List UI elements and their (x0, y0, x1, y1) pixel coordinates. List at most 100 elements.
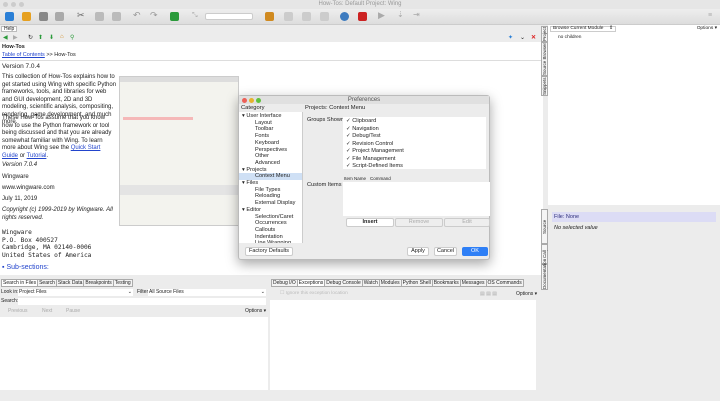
goto-definition-icon[interactable]: ⤡ (192, 12, 201, 21)
paste-icon[interactable] (112, 12, 121, 21)
category-item[interactable]: ▾ Projects (239, 167, 302, 174)
group-checkbox[interactable]: ✓ Project Management (346, 148, 404, 154)
dialog-zoom-button[interactable] (256, 98, 261, 103)
category-item[interactable]: Layout (239, 120, 302, 127)
browse-select[interactable]: Browse Current Module ⇕ (550, 26, 616, 32)
home-icon[interactable]: ⌂ (60, 34, 64, 40)
search-icon[interactable]: ⚲ (70, 34, 74, 41)
save-icon[interactable] (39, 12, 48, 21)
category-item[interactable]: Other (239, 153, 302, 160)
remove-button[interactable]: Remove (395, 218, 443, 227)
group-checkbox[interactable]: ✓ Clipboard (346, 118, 376, 124)
options-menu[interactable]: Options ▾ (516, 291, 537, 297)
category-item[interactable]: External Display (239, 200, 302, 207)
indent-chart-icon[interactable] (170, 12, 179, 21)
category-item[interactable]: Occurrences (239, 220, 302, 227)
search-input[interactable] (18, 298, 266, 305)
look-in-select[interactable]: Project Files ⌄ (18, 289, 133, 296)
category-item[interactable]: Advanced (239, 160, 302, 167)
up-icon[interactable]: ⬆ (38, 34, 43, 41)
back-icon[interactable]: ◀ (3, 34, 8, 41)
pin-icon[interactable]: ✦ (508, 34, 513, 41)
category-item[interactable]: ▾ Editor (239, 207, 302, 214)
factory-defaults-button[interactable]: Factory Defaults (245, 247, 293, 256)
minimize-window-button[interactable] (11, 2, 16, 7)
tab-modules[interactable]: Modules (378, 279, 402, 287)
debug-bug-icon[interactable] (265, 12, 274, 21)
tab-snippets[interactable]: Snippets (541, 76, 548, 96)
group-checkbox[interactable]: ✓ Script-Defined Items (346, 163, 403, 169)
group-checkbox[interactable]: ✓ File Management (346, 156, 395, 162)
tab-project[interactable]: Project (541, 26, 548, 42)
tab-stack-data[interactable]: Stack Data (55, 279, 85, 287)
filter-select[interactable]: All Source Files ⌄ (148, 289, 266, 296)
ok-button[interactable]: OK (462, 247, 488, 256)
category-item[interactable]: Indentation (239, 234, 302, 241)
dialog-minimize-button[interactable] (249, 98, 254, 103)
options-menu[interactable]: Options ▾ (245, 308, 266, 314)
outdent-icon[interactable] (302, 12, 311, 21)
group-checkbox[interactable]: ✓ Revision Control (346, 141, 393, 147)
close-window-button[interactable] (3, 2, 8, 7)
step-over-icon[interactable]: ⇥ (413, 10, 422, 19)
category-tree[interactable]: ▾ User Interface Layout Toolbar Fonts Keyboa… (239, 112, 303, 243)
comment-icon[interactable] (320, 12, 329, 21)
category-item[interactable]: Fonts (239, 133, 302, 140)
category-item[interactable]: File Types (239, 187, 302, 194)
category-item[interactable]: Keyboard (239, 140, 302, 147)
tab-bookmarks[interactable]: Bookmarks (431, 279, 461, 287)
tab-exceptions[interactable]: Exceptions (296, 279, 326, 287)
view-icons[interactable]: ▤ ▤ ▤ (480, 291, 497, 297)
step-into-icon[interactable]: ⇣ (397, 10, 406, 19)
group-checkbox[interactable]: ✓ Navigation (346, 126, 379, 132)
run-icon[interactable]: ▶ (378, 10, 387, 20)
tab-debug-console[interactable]: Debug Console (324, 279, 363, 287)
tab-debug-i-o[interactable]: Debug I/O (271, 279, 298, 287)
open-folder-icon[interactable] (22, 12, 31, 21)
tab-source-browser[interactable]: Source Browser (541, 42, 548, 76)
tab-messages[interactable]: Messages (459, 279, 487, 287)
toc-link[interactable]: Table of Contents (2, 52, 45, 58)
edit-button[interactable]: Edit (444, 218, 490, 227)
tab-help[interactable]: Help (1, 26, 18, 32)
category-item[interactable]: Line Wrapping (239, 240, 302, 243)
zoom-window-button[interactable] (19, 2, 24, 7)
category-item[interactable]: Toolbar (239, 126, 302, 133)
dialog-close-button[interactable] (242, 98, 247, 103)
ignore-exception-checkbox[interactable]: ☐ Ignore this exception location (280, 291, 348, 296)
category-item[interactable]: Perspectives (239, 147, 302, 154)
category-item[interactable]: ▾ Files (239, 180, 302, 187)
category-item[interactable]: Selection/Caret (239, 214, 302, 221)
tab-testing[interactable]: Testing (112, 279, 133, 287)
save-all-icon[interactable] (55, 12, 64, 21)
pause-button[interactable]: Pause (66, 308, 80, 314)
tab-watch[interactable]: Watch (361, 279, 380, 287)
category-item[interactable]: ▾ User Interface (239, 113, 302, 120)
undo-icon[interactable]: ↶ (133, 10, 142, 20)
refresh-icon[interactable]: ↻ (28, 34, 33, 41)
tab-python-shell[interactable]: Python Shell (400, 279, 433, 287)
cut-icon[interactable]: ✂ (77, 10, 86, 20)
copy-icon[interactable] (95, 12, 104, 21)
custom-items-table[interactable] (343, 182, 490, 216)
category-item[interactable]: Reloading (239, 193, 302, 200)
forward-icon[interactable]: ▶ (13, 34, 18, 41)
tab-search-in-files[interactable]: Search in Files (1, 279, 39, 287)
tab-source-assistant[interactable]: Source Assistant (541, 209, 552, 244)
down-icon[interactable]: ⬇ (49, 34, 54, 41)
tutorial-link[interactable]: Tutorial (27, 153, 47, 159)
options-menu[interactable]: Options ▾ (697, 26, 717, 31)
tab-breakpoints[interactable]: Breakpoints (83, 279, 114, 287)
python-icon[interactable] (340, 12, 349, 21)
category-item[interactable]: Callouts (239, 227, 302, 234)
indent-icon[interactable] (284, 12, 293, 21)
group-checkbox[interactable]: ✓ Debug/Test (346, 133, 381, 139)
stop-icon[interactable] (358, 12, 367, 21)
tab-os-commands[interactable]: OS Commands (485, 279, 524, 287)
toolbar-search-input[interactable] (205, 13, 253, 20)
chevron-down-icon[interactable]: ⌄ (520, 34, 525, 41)
apply-button[interactable]: Apply (407, 247, 429, 256)
tab-search[interactable]: Search (37, 279, 57, 287)
insert-button[interactable]: Insert (346, 218, 394, 227)
next-button[interactable]: Next (42, 308, 52, 314)
